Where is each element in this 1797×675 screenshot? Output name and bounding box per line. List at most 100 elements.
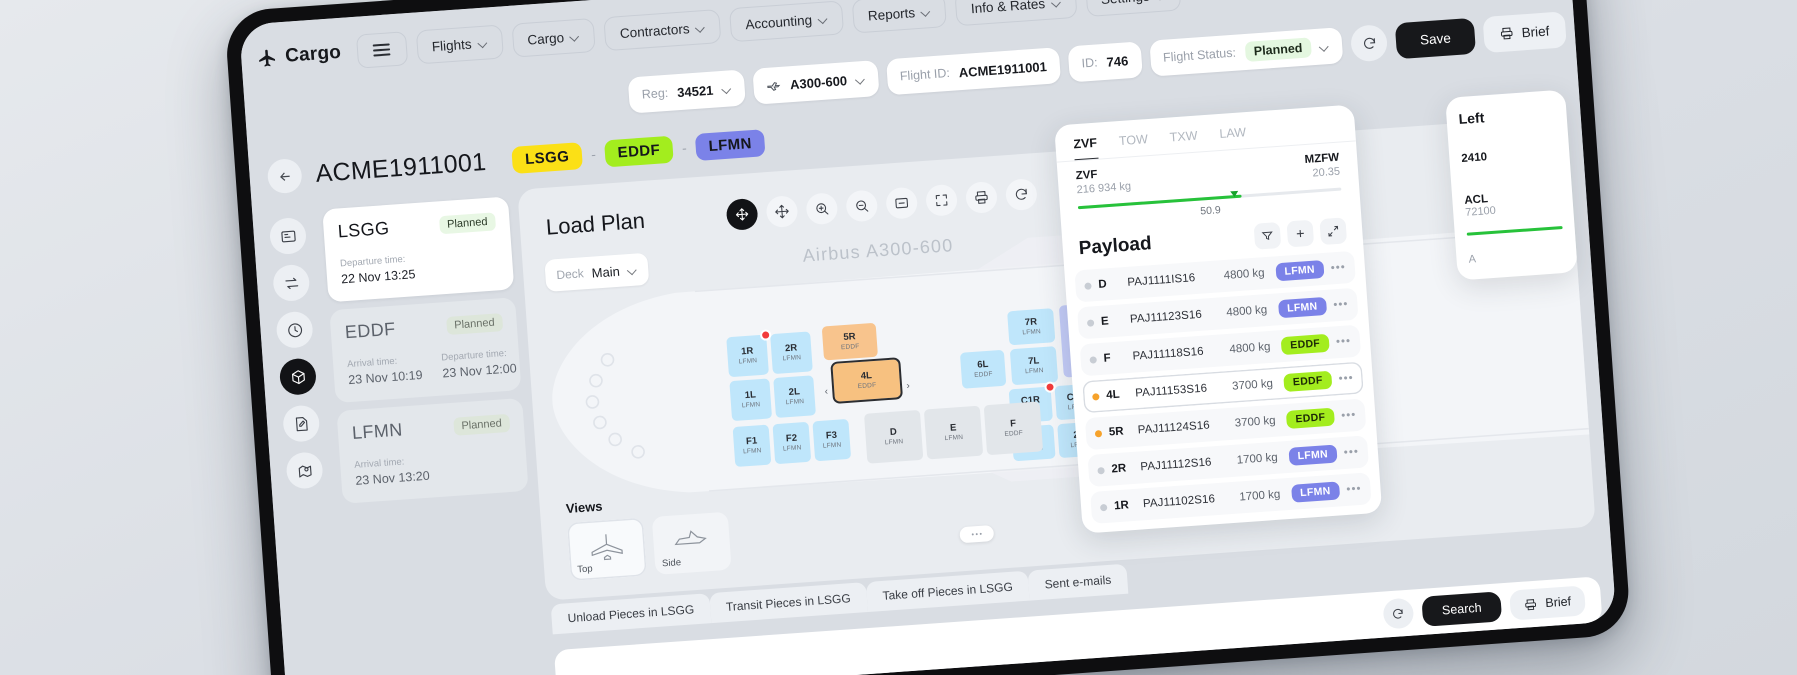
cargo-slot[interactable]: 7R LFMN xyxy=(1007,308,1056,346)
aircraft-icon xyxy=(766,81,780,91)
slot-next-button[interactable]: › xyxy=(899,370,917,401)
route-airport-eddf[interactable]: EDDF xyxy=(603,135,674,167)
nav-item-reports[interactable]: Reports xyxy=(851,0,948,34)
rail-item-transfer[interactable] xyxy=(272,263,311,303)
bottom-refresh-button[interactable] xyxy=(1382,597,1415,630)
cargo-slot[interactable]: 2L LFMN xyxy=(773,375,816,419)
resize-handle[interactable] xyxy=(959,524,995,544)
row-more-button[interactable]: ••• xyxy=(1338,372,1354,385)
row-more-button[interactable]: ••• xyxy=(1336,335,1352,348)
app-window: Cargo Flights Cargo Contractors Accounti… xyxy=(238,0,1617,675)
nav-item-settings[interactable]: Settings xyxy=(1084,0,1182,18)
cargo-slot[interactable]: D LFMN xyxy=(863,409,924,464)
expand-button[interactable] xyxy=(1319,217,1348,246)
row-more-button[interactable]: ••• xyxy=(1330,261,1346,274)
route-airport-lsgg[interactable]: LSGG xyxy=(511,141,584,174)
weight-tab-zvf[interactable]: ZVF xyxy=(1072,135,1099,161)
bottom-tab[interactable]: Transit Pieces in LSGG xyxy=(708,582,868,624)
right-stats-title: Left xyxy=(1458,109,1485,128)
tool-move[interactable] xyxy=(725,197,759,231)
save-button[interactable]: Save xyxy=(1394,17,1476,60)
rail-item-map-pin[interactable] xyxy=(285,451,324,490)
payload-uld-id: PAJ11118S16 xyxy=(1132,345,1205,363)
cargo-slot[interactable]: 4L EDDF xyxy=(830,357,903,405)
time-value: 23 Nov 12:00 xyxy=(441,361,518,381)
plane-top-icon xyxy=(591,533,623,560)
flight-leg-card[interactable]: EDDF Planned Arrival time: 23 Nov 10:19 … xyxy=(329,297,522,404)
cargo-slot[interactable]: 1L LFMN xyxy=(729,378,773,422)
weight-tab-law[interactable]: LAW xyxy=(1219,125,1247,150)
cargo-slot[interactable]: F2 LFMN xyxy=(772,421,812,465)
tool-zoom-in[interactable] xyxy=(805,191,839,225)
aircraft-type-select[interactable]: A300-600 xyxy=(751,60,880,105)
cargo-slot-destination: LFMN xyxy=(944,433,964,443)
row-more-button[interactable]: ••• xyxy=(1343,446,1359,459)
print-icon xyxy=(975,190,988,204)
nav-item-info-rates[interactable]: Info & Rates xyxy=(954,0,1078,27)
tool-reset[interactable] xyxy=(1004,177,1039,211)
flight-leg-card[interactable]: LFMN Planned Arrival time: 23 Nov 13:20 xyxy=(336,397,529,504)
payload-position: 2R xyxy=(1111,462,1127,476)
bottom-tab[interactable]: Sent e-mails xyxy=(1027,563,1129,601)
add-payload-button[interactable] xyxy=(1286,219,1315,248)
tool-drag[interactable] xyxy=(765,194,799,228)
tool-fit-screen[interactable] xyxy=(925,183,959,217)
status-dot-icon xyxy=(1084,281,1092,290)
tool-print[interactable] xyxy=(964,180,999,214)
weight-tab-txw[interactable]: TXW xyxy=(1169,129,1198,154)
rail-item-box[interactable] xyxy=(278,357,318,396)
payload-uld-id: PAJ1111IS16 xyxy=(1126,272,1196,289)
cargo-slot[interactable]: 6L EDDF xyxy=(959,349,1007,389)
cargo-slot[interactable]: F1 LFMN xyxy=(732,424,772,468)
flight-leg-code: LFMN xyxy=(351,419,404,443)
flight-leg-card[interactable]: LSGG Planned Departure time: 22 Nov 13:2… xyxy=(322,196,515,303)
cargo-slot[interactable]: 1R LFMN xyxy=(726,329,772,378)
cargo-slot[interactable]: F EDDF xyxy=(983,401,1044,456)
nav-item-cargo[interactable]: Cargo xyxy=(511,17,597,58)
bottom-tab[interactable]: Take off Pieces in LSGG xyxy=(865,570,1030,613)
hamburger-menu-button[interactable] xyxy=(355,31,409,69)
back-button[interactable] xyxy=(266,157,303,195)
nav-item-flights[interactable]: Flights xyxy=(415,24,504,65)
time-block: Departure time: 23 Nov 12:00 xyxy=(441,347,518,381)
payload-destination-badge: LFMN xyxy=(1274,259,1325,282)
row-more-button[interactable]: ••• xyxy=(1341,409,1357,422)
nav-item-accounting[interactable]: Accounting xyxy=(729,0,845,43)
brief-button[interactable]: Brief xyxy=(1482,11,1567,54)
cargo-slot[interactable]: 5R EDDF xyxy=(821,322,878,361)
cargo-slot[interactable]: 7L LFMN xyxy=(1009,346,1059,386)
refresh-button[interactable] xyxy=(1349,23,1389,63)
payload-panel: ZVF TOW TXW LAW ZVF 216 934 kg MZFW 20.35 xyxy=(1054,104,1383,534)
flight-id-field[interactable]: Flight ID: ACME1911001 xyxy=(885,47,1061,96)
rail-item-clock[interactable] xyxy=(275,310,314,350)
filter-button[interactable] xyxy=(1253,221,1282,250)
registration-select[interactable]: Reg: 34521 xyxy=(627,69,746,114)
app-logo[interactable]: Cargo xyxy=(257,42,342,70)
flight-status-select[interactable]: Flight Status: Planned xyxy=(1148,27,1344,77)
registration-label: Reg: xyxy=(641,85,669,102)
row-more-button[interactable]: ••• xyxy=(1333,298,1349,311)
tool-fit-width[interactable] xyxy=(885,186,919,220)
route-airport-lfmn[interactable]: LFMN xyxy=(694,128,766,161)
cargo-slot[interactable]: E LFMN xyxy=(923,405,984,460)
bottom-brief-button[interactable]: Brief xyxy=(1509,585,1587,621)
nav-item-contractors[interactable]: Contractors xyxy=(603,9,722,52)
slot-prev-button[interactable]: ‹ xyxy=(817,376,835,407)
load-plan-title: Load Plan xyxy=(545,207,646,240)
view-option-side[interactable]: Side xyxy=(651,511,732,575)
view-option-top[interactable]: Top xyxy=(566,517,647,581)
cargo-slot[interactable]: F3 LFMN xyxy=(812,418,852,462)
weight-tab-tow[interactable]: TOW xyxy=(1118,132,1148,157)
cargo-slot-position: F xyxy=(1009,418,1017,430)
weight-meter-knob[interactable] xyxy=(1230,190,1239,198)
tool-zoom-out[interactable] xyxy=(845,188,879,222)
rail-item-documents[interactable] xyxy=(268,216,308,256)
rail-item-edit-document[interactable] xyxy=(282,404,321,443)
search-button[interactable]: Search xyxy=(1420,591,1503,627)
row-more-button[interactable]: ••• xyxy=(1346,483,1362,496)
nav-label: Reports xyxy=(867,4,916,24)
record-id-field[interactable]: ID: 746 xyxy=(1067,41,1143,83)
cargo-slot[interactable]: 2R LFMN xyxy=(770,331,813,375)
bottom-tab[interactable]: Unload Pieces in LSGG xyxy=(550,593,712,635)
status-badge: Planned xyxy=(445,312,504,335)
